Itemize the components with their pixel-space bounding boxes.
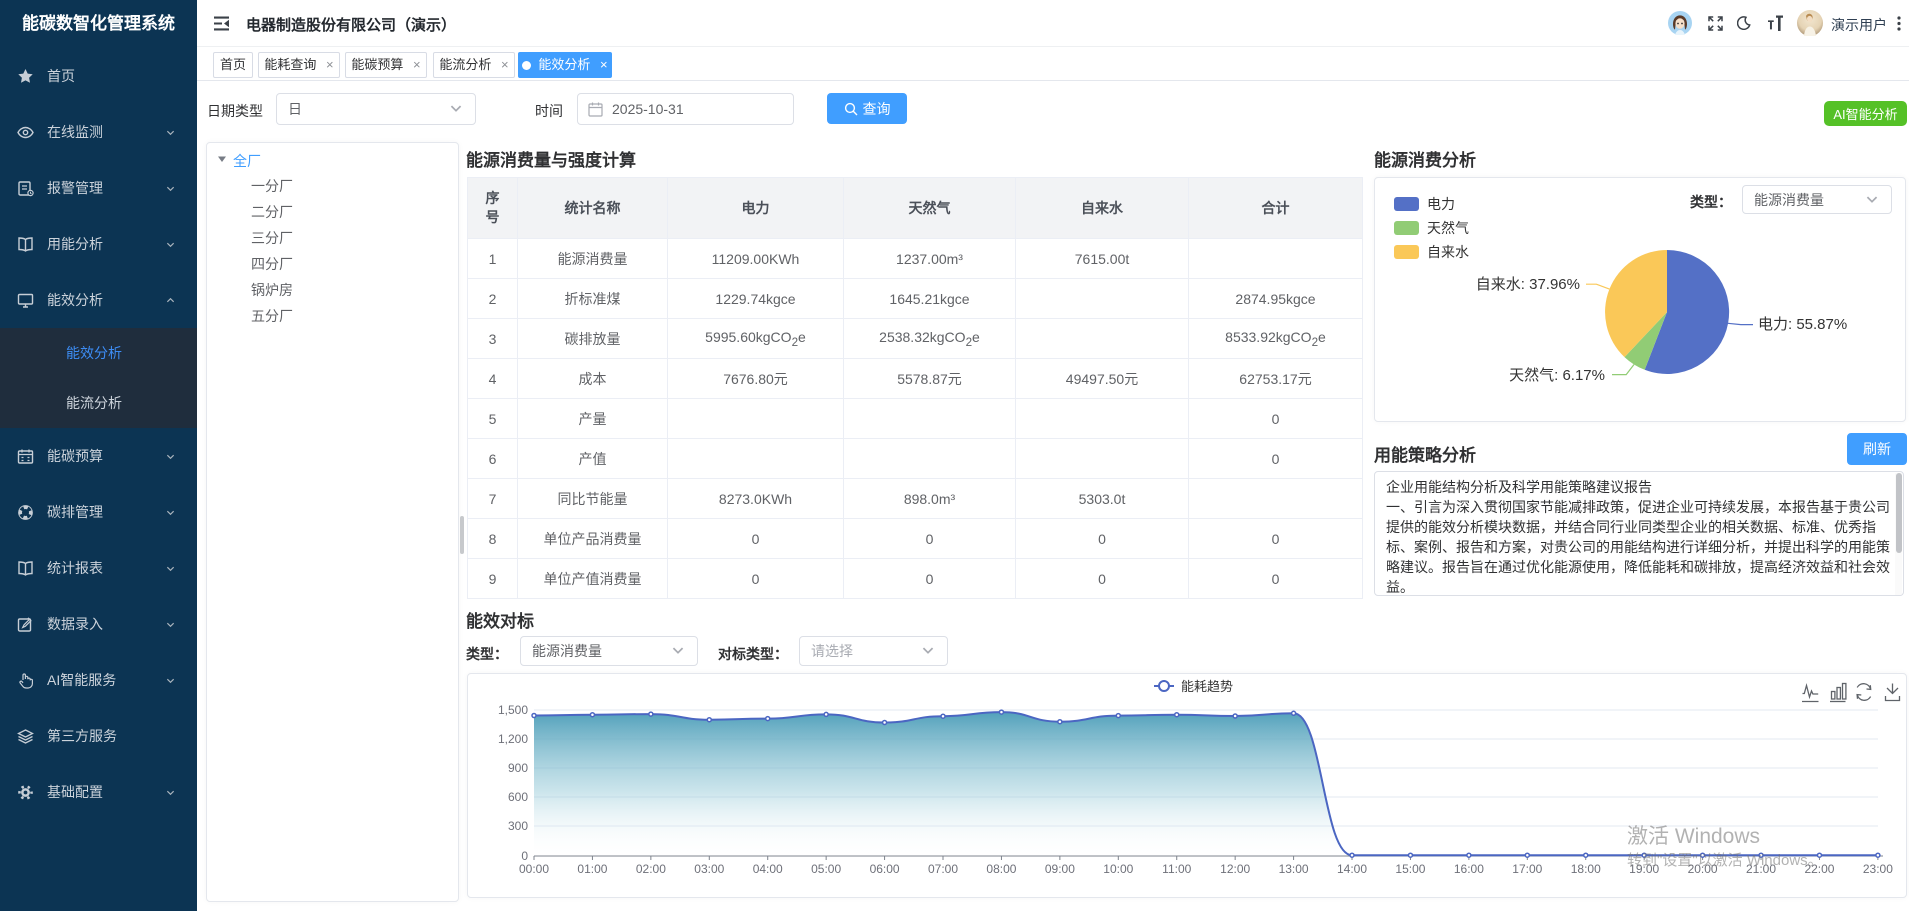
svg-text:18:00: 18:00	[1571, 862, 1601, 876]
svg-text:06:00: 06:00	[870, 862, 900, 876]
svg-text:0: 0	[521, 849, 528, 863]
svg-text:300: 300	[508, 819, 528, 833]
svg-text:04:00: 04:00	[753, 862, 783, 876]
svg-text:02:00: 02:00	[636, 862, 666, 876]
svg-text:07:00: 07:00	[928, 862, 958, 876]
svg-text:13:00: 13:00	[1279, 862, 1309, 876]
svg-text:能耗趋势: 能耗趋势	[1181, 679, 1233, 694]
svg-text:10:00: 10:00	[1103, 862, 1133, 876]
svg-text:00:00: 00:00	[519, 862, 549, 876]
svg-text:23:00: 23:00	[1863, 862, 1893, 876]
svg-text:17:00: 17:00	[1512, 862, 1542, 876]
svg-text:900: 900	[508, 761, 528, 775]
svg-text:电力: 55.87%: 电力: 55.87%	[1758, 316, 1847, 333]
svg-text:自来水: 37.96%: 自来水: 37.96%	[1476, 276, 1580, 293]
svg-text:600: 600	[508, 790, 528, 804]
svg-text:15:00: 15:00	[1395, 862, 1425, 876]
svg-text:09:00: 09:00	[1045, 862, 1075, 876]
svg-text:05:00: 05:00	[811, 862, 841, 876]
svg-text:14:00: 14:00	[1337, 862, 1367, 876]
svg-text:16:00: 16:00	[1454, 862, 1484, 876]
svg-text:1,500: 1,500	[498, 703, 528, 717]
svg-text:天然气: 6.17%: 天然气: 6.17%	[1509, 367, 1605, 384]
svg-text:08:00: 08:00	[986, 862, 1016, 876]
svg-text:01:00: 01:00	[577, 862, 607, 876]
svg-text:11:00: 11:00	[1162, 862, 1191, 876]
svg-text:12:00: 12:00	[1220, 862, 1250, 876]
svg-text:03:00: 03:00	[694, 862, 724, 876]
svg-text:1,200: 1,200	[498, 732, 528, 746]
